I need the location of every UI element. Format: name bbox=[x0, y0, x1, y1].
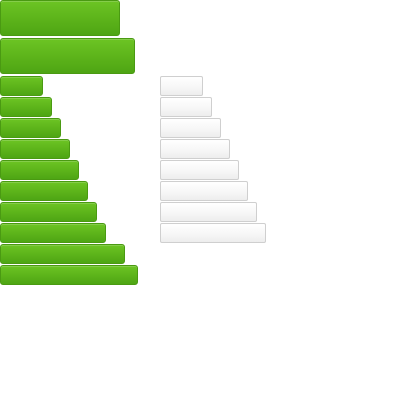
green-button[interactable] bbox=[0, 76, 43, 96]
white-button[interactable] bbox=[160, 76, 203, 96]
button-sprite-canvas bbox=[0, 0, 400, 400]
white-button[interactable] bbox=[160, 202, 257, 222]
green-button[interactable] bbox=[0, 97, 52, 117]
white-button[interactable] bbox=[160, 118, 221, 138]
green-button[interactable] bbox=[0, 160, 79, 180]
green-button-large[interactable] bbox=[0, 38, 135, 74]
green-button-large[interactable] bbox=[0, 0, 120, 36]
white-button[interactable] bbox=[160, 223, 266, 243]
green-button[interactable] bbox=[0, 181, 88, 201]
green-button[interactable] bbox=[0, 265, 138, 285]
green-button[interactable] bbox=[0, 202, 97, 222]
white-button[interactable] bbox=[160, 139, 230, 159]
green-button[interactable] bbox=[0, 139, 70, 159]
green-button[interactable] bbox=[0, 244, 125, 264]
white-button[interactable] bbox=[160, 160, 239, 180]
green-button[interactable] bbox=[0, 118, 61, 138]
white-button[interactable] bbox=[160, 181, 248, 201]
white-button[interactable] bbox=[160, 97, 212, 117]
green-button[interactable] bbox=[0, 223, 106, 243]
